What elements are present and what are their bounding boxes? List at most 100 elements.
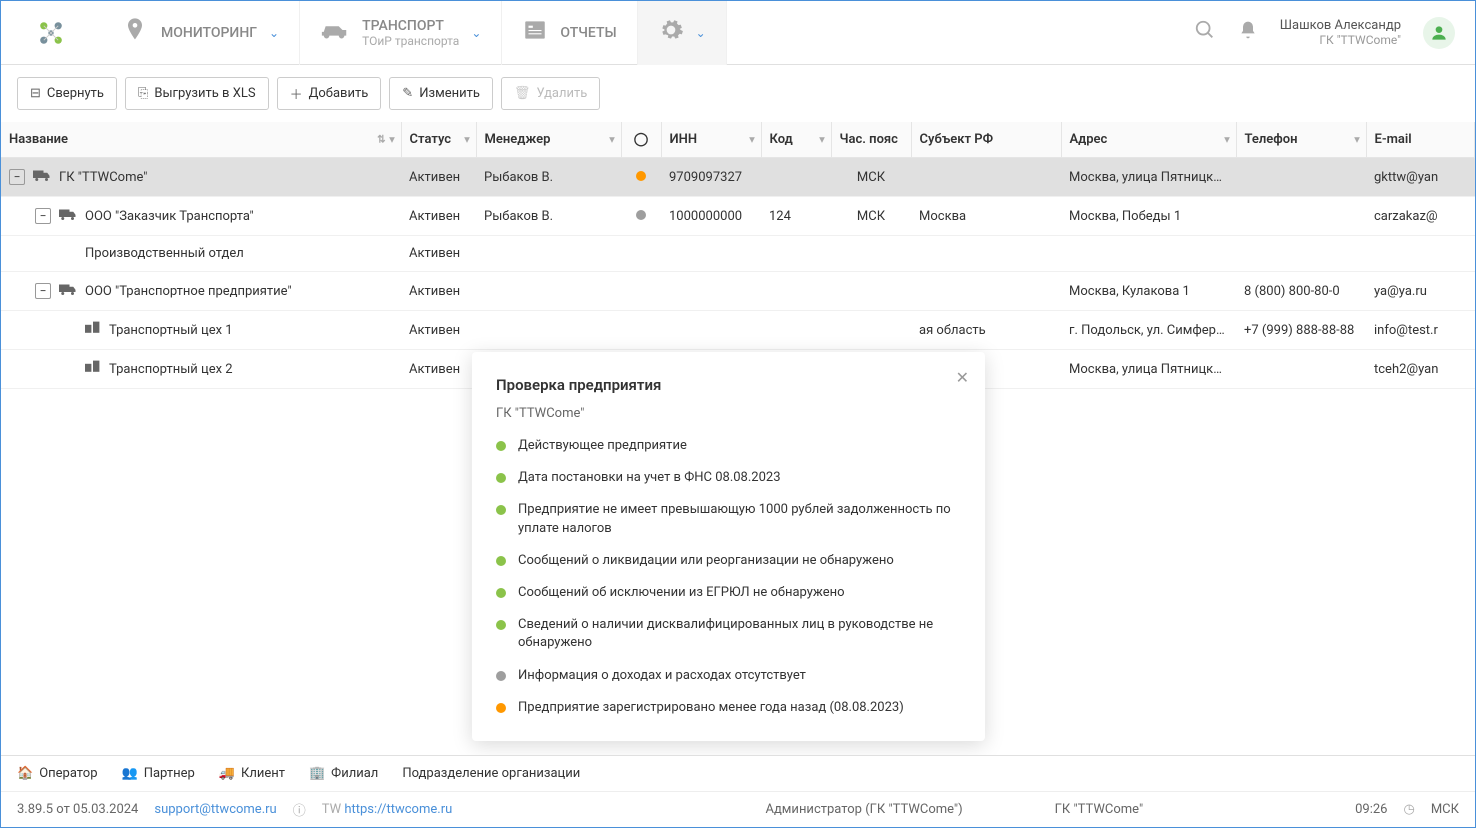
gear-icon [658,17,684,49]
org-table: Название⇅▾ Статус▾ Менеджер▾ ◯ ИНН▾ Код▾… [1,122,1475,389]
filter-icon[interactable]: ▾ [749,134,754,145]
row-name: Транспортный цех 1 [109,323,233,338]
popup-item-text: Сообщений об исключении из ЕГРЮЛ не обна… [518,584,845,602]
cell-address: Москва, улица Пятницкая ... [1061,350,1236,389]
cell-address: Москва, улица Пятницкая ... [1061,158,1236,197]
popup-item: Дата постановки на учет в ФНС 08.08.2023 [496,469,961,487]
filter-icon[interactable]: ▾ [464,134,469,145]
filter-icon[interactable]: ▾ [819,134,824,145]
edit-button[interactable]: ✎Изменить [389,77,493,110]
col-status[interactable]: Статус▾ [401,122,476,158]
collapse-button[interactable]: ⊟Свернуть [17,77,117,110]
status-dot [496,588,506,598]
filter-icon[interactable]: ▾ [389,134,394,145]
col-code[interactable]: Код▾ [761,122,831,158]
filter-icon[interactable]: ▾ [609,134,614,145]
nav-settings[interactable]: ⌄ [638,1,727,65]
cell-inn: 9709097327 [661,158,761,197]
support-link[interactable]: support@ttwcome.ru [154,802,276,817]
cell-code [761,272,831,311]
close-icon[interactable]: ✕ [956,368,969,387]
chevron-down-icon: ⌄ [696,26,706,40]
add-button[interactable]: ＋Добавить [277,77,382,110]
table-row[interactable]: −ООО "Заказчик Транспорта"АктивенРыбаков… [1,197,1475,236]
tree-toggle[interactable]: − [35,208,51,224]
table-row[interactable]: Транспортный цех 1Активеная областьг. По… [1,311,1475,350]
cell-email: tceh2@yan [1366,350,1475,389]
nav-reports[interactable]: ОТЧЕТЫ [502,1,637,65]
truck-icon [33,168,51,186]
trash-icon: 🗑 [514,86,531,101]
tree-toggle[interactable]: − [9,169,25,185]
nav-transport-sub: ТОиР транспорта [362,34,459,48]
avatar[interactable] [1423,17,1455,49]
cell-manager [476,236,621,272]
export-button[interactable]: ⎘Выгрузить в XLS [125,77,269,110]
home-icon: 🏠 [17,766,33,781]
help-icon[interactable]: ⓘ [293,800,306,819]
status-dot [636,171,646,181]
cell-email: info@test.r [1366,311,1475,350]
cell-code [761,236,831,272]
col-address[interactable]: Адрес▾ [1061,122,1236,158]
table-row[interactable]: −ГК "TTWCome"АктивенРыбаков В.9709097327… [1,158,1475,197]
branch-icon: 🏢 [309,766,325,781]
filter-icon[interactable]: ▾ [1224,134,1229,145]
cell-phone [1236,197,1366,236]
logo-icon [33,15,69,51]
export-icon: ⎘ [138,86,148,101]
table-row[interactable]: Производственный отделАктивен [1,236,1475,272]
filter-icon[interactable]: ▾ [1354,134,1359,145]
cell-inn [661,272,761,311]
col-inn[interactable]: ИНН▾ [661,122,761,158]
cell-phone [1236,158,1366,197]
user-block[interactable]: Шашков Александр ГК "TTWCome" [1280,18,1401,47]
status-dot [496,703,506,713]
company-text: ГК "TTWCome" [1055,802,1143,817]
chevron-down-icon: ⌄ [269,26,279,40]
branch-icon [85,321,101,339]
nav-monitoring[interactable]: МОНИТОРИНГ ⌄ [101,1,300,65]
col-check[interactable]: ◯ [621,122,661,158]
col-name[interactable]: Название⇅▾ [1,122,401,158]
popup-item: Действующее предприятие [496,437,961,455]
tw-label: TW [322,802,341,817]
legend-bar: 🏠Оператор 👥Партнер 🚚Клиент 🏢Филиал Подра… [1,755,1475,791]
sort-icon[interactable]: ⇅ [377,134,385,145]
cell-subject [911,236,1061,272]
popup-item: Предприятие не имеет превышающую 1000 ру… [496,501,961,537]
col-subject[interactable]: Субъект РФ [911,122,1061,158]
site-link[interactable]: https://ttwcome.ru [344,802,452,817]
col-timezone[interactable]: Час. пояс [831,122,911,158]
cell-email: gkttw@yan [1366,158,1475,197]
status-dot [496,556,506,566]
tree-toggle[interactable]: − [35,283,51,299]
bell-icon[interactable] [1238,19,1258,46]
popup-item-text: Сообщений о ликвидации или реорганизации… [518,552,894,570]
add-label: Добавить [309,86,369,101]
table-row[interactable]: −ООО "Транспортное предприятие"АктивенМо… [1,272,1475,311]
cell-subject: Москва [911,197,1061,236]
legend-partner: 👥Партнер [122,766,195,781]
cell-phone [1236,350,1366,389]
edit-label: Изменить [419,86,480,101]
cell-email [1366,236,1475,272]
row-name: ООО "Транспортное предприятие" [85,284,292,299]
logo[interactable] [1,15,101,51]
time-text: 09:26 [1355,802,1387,817]
collapse-icon: ⊟ [30,86,41,101]
col-phone[interactable]: Телефон▾ [1236,122,1366,158]
toolbar: ⊟Свернуть ⎘Выгрузить в XLS ＋Добавить ✎Из… [1,65,1475,122]
col-email[interactable]: E-mail [1366,122,1475,158]
popup-item-text: Предприятие не имеет превышающую 1000 ру… [518,501,961,537]
cell-subject [911,158,1061,197]
nav-transport[interactable]: ТРАНСПОРТ ТОиР транспорта ⌄ [300,1,502,65]
cell-tz [831,311,911,350]
col-manager[interactable]: Менеджер▾ [476,122,621,158]
cell-address [1061,236,1236,272]
cell-tz: МСК [831,158,911,197]
search-icon[interactable] [1194,19,1216,46]
group-icon: 👥 [122,766,138,781]
clock-icon: ◷ [1403,802,1414,817]
nav-monitoring-label: МОНИТОРИНГ [161,25,257,41]
